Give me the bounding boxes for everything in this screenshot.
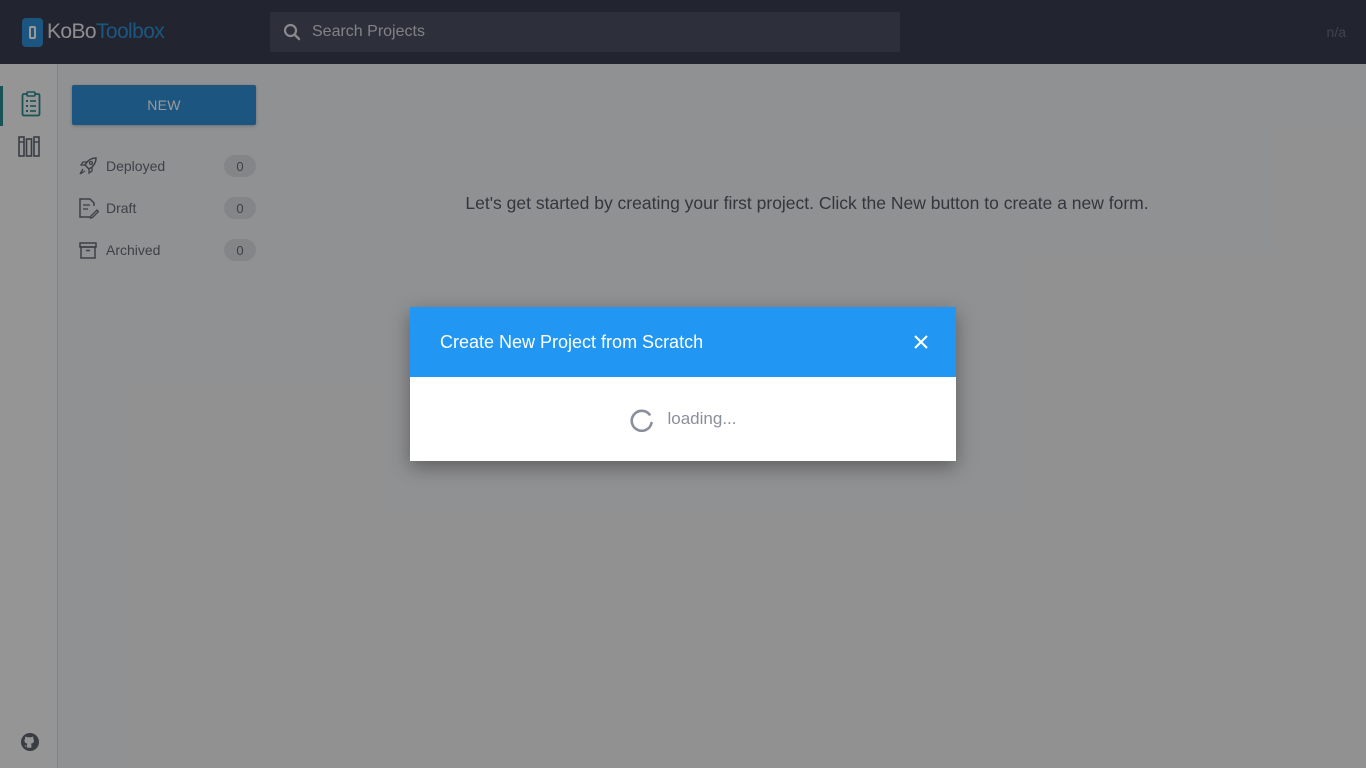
spinner-icon	[629, 408, 654, 433]
loading-text: loading...	[667, 409, 737, 428]
modal-title: Create New Project from Scratch	[440, 331, 704, 352]
close-icon[interactable]	[912, 333, 930, 351]
create-project-modal: Create New Project from Scratch loading.…	[410, 307, 956, 461]
modal-header: Create New Project from Scratch	[410, 307, 956, 377]
modal-body: loading...	[410, 377, 956, 461]
